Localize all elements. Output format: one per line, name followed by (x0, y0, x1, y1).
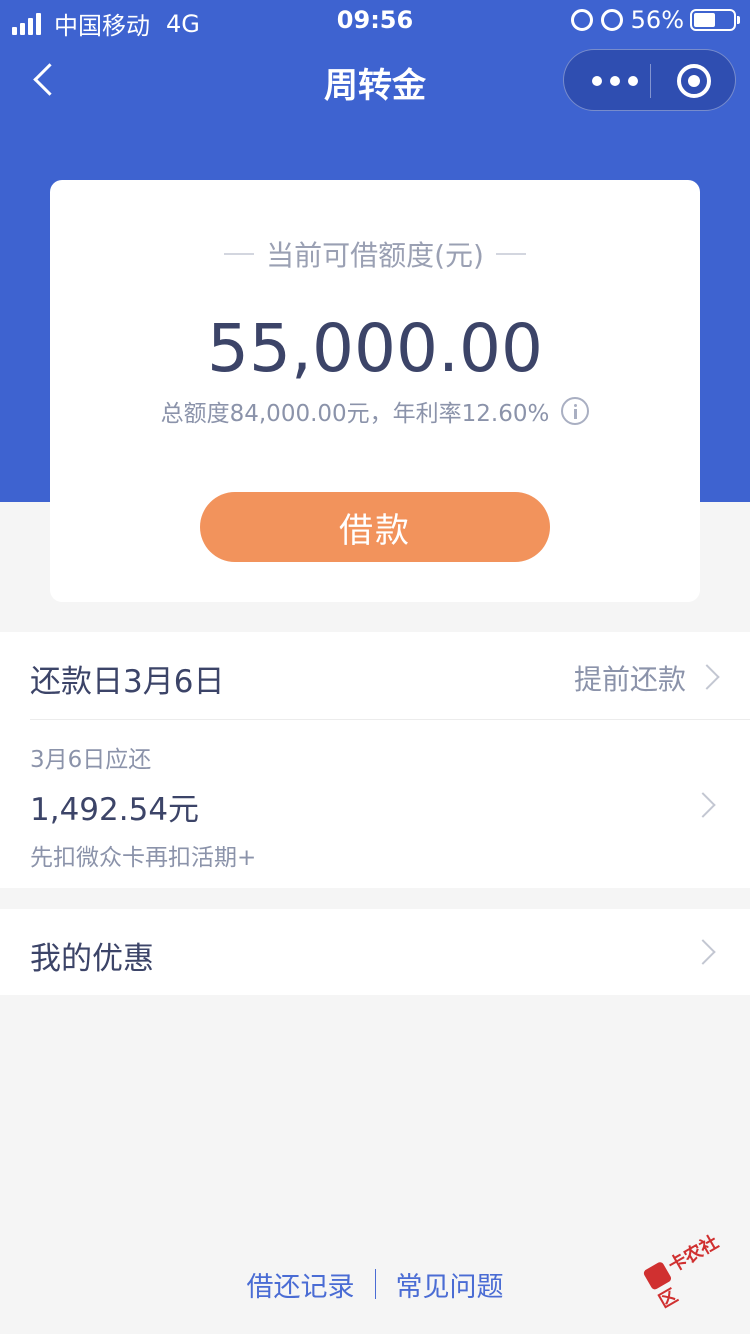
due-amount: 1,492.54元 (30, 792, 200, 828)
available-credit-label-row: 当前可借额度(元) (50, 234, 700, 274)
label-dash-right (495, 253, 526, 255)
close-miniprogram-icon[interactable] (677, 64, 711, 98)
nav-bar: 周转金 (0, 44, 750, 116)
info-icon[interactable] (561, 397, 590, 425)
credit-detail-text: 总额度84,000.00元，年利率12.60% (160, 401, 550, 427)
watermark-logo: 卡农社区 (640, 1220, 750, 1323)
chevron-right-icon[interactable] (694, 664, 720, 690)
deduction-note: 先扣微众卡再扣活期+ (30, 845, 257, 871)
repayment-section: 还款日3月6日 提前还款 3月6日应还 1,492.54元 先扣微众卡再扣活期+ (0, 632, 750, 888)
borrow-button[interactable]: 借款 (200, 492, 550, 562)
loan-records-link[interactable]: 借还记录 (247, 1265, 355, 1304)
faq-link[interactable]: 常见问题 (396, 1265, 504, 1304)
available-credit-amount: 55,000.00 (207, 310, 543, 387)
rotation-lock-icon (570, 9, 593, 31)
capsule-divider (650, 64, 651, 98)
battery-fill (694, 13, 716, 27)
credit-detail-row: 总额度84,000.00元，年利率12.60% (50, 394, 700, 428)
my-offers-row[interactable]: 我的优惠 (0, 909, 750, 995)
status-right: 56% (570, 6, 740, 34)
footer-links: 借还记录 常见问题 (0, 1262, 750, 1306)
repayment-header: 还款日3月6日 提前还款 (30, 632, 750, 720)
available-credit-label: 当前可借额度(元) (266, 239, 484, 272)
credit-card: 当前可借额度(元) 55,000.00 总额度84,000.00元，年利率12.… (50, 180, 700, 602)
more-icon[interactable] (590, 50, 650, 112)
my-offers-label: 我的优惠 (30, 941, 154, 977)
alarm-icon (600, 9, 623, 31)
repayment-date-title: 还款日3月6日 (30, 664, 225, 700)
battery-percent: 56% (630, 6, 684, 34)
footer-separator (374, 1269, 376, 1299)
status-bar: 中国移动 4G 09:56 56% (0, 0, 750, 40)
due-date-label: 3月6日应还 (30, 747, 152, 773)
chevron-right-icon[interactable] (690, 939, 716, 965)
battery-icon (690, 9, 740, 31)
prepay-link[interactable]: 提前还款 (574, 658, 686, 698)
chevron-right-icon[interactable] (690, 792, 716, 818)
label-dash-left (224, 253, 255, 255)
miniprogram-capsule (563, 49, 736, 111)
